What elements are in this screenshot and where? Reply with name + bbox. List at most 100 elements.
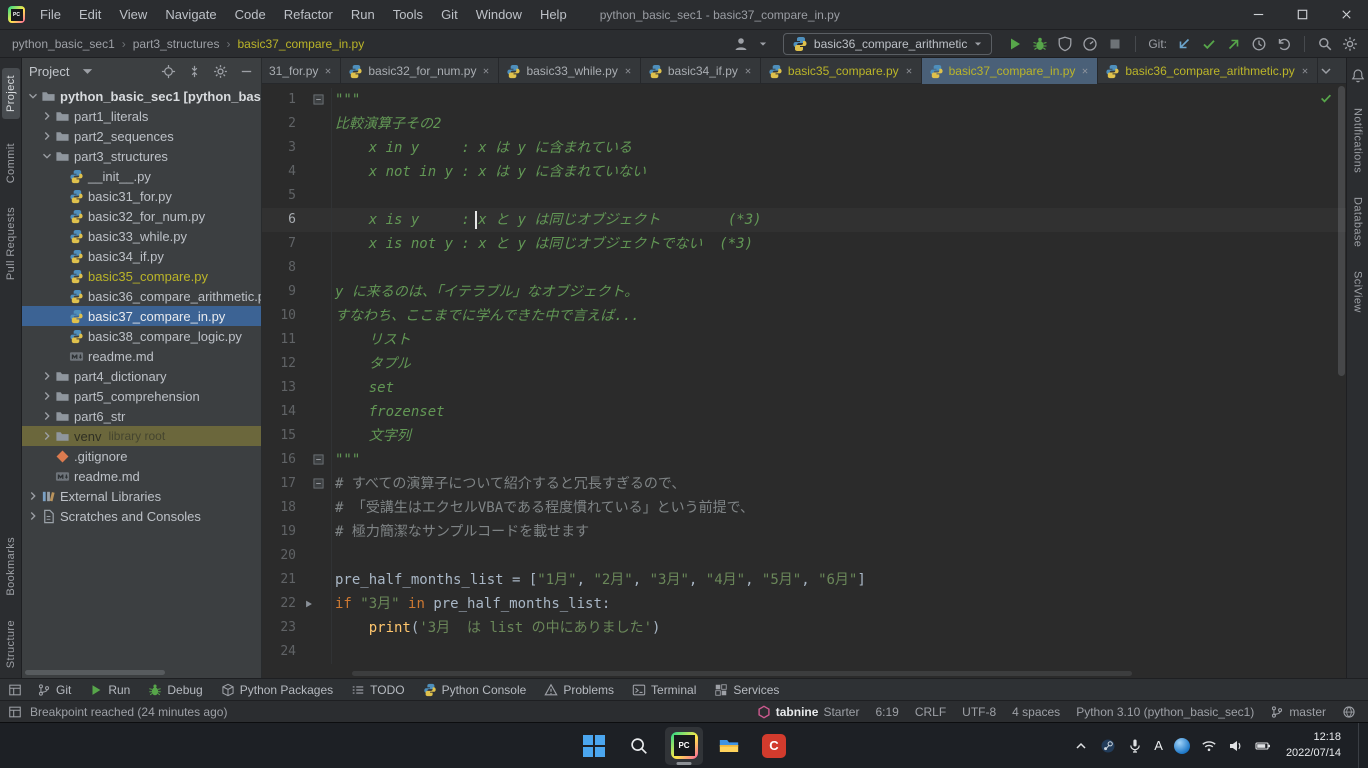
code-line-7[interactable]: 7 x is not y : x と y は同じオブジェクトでない (*3) [262,232,1346,256]
toolwindow-button-services[interactable]: Services [705,679,788,701]
tree-item-python-basic-sec1-python-basic[interactable]: python_basic_sec1 [python_basic]D:¥... [22,86,261,106]
code-line-22[interactable]: 22if "3月" in pre_half_months_list: [262,592,1346,616]
breadcrumb-item[interactable]: part3_structures [133,37,220,51]
history-button[interactable] [1251,36,1267,52]
horizontal-scrollbar[interactable] [25,670,165,675]
wifi-icon[interactable] [1201,738,1217,754]
code-line-19[interactable]: 19# 極力簡潔なサンプルコードを載せます [262,520,1346,544]
tab-basic37-compare-in-py[interactable]: basic37_compare_in.py [922,58,1099,84]
run-button[interactable] [1007,36,1023,52]
code-line-10[interactable]: 10すなわち、ここまでに学んできた中で言えば... [262,304,1346,328]
close-icon[interactable] [1300,66,1310,76]
code-line-18[interactable]: 18# 「受講生はエクセルVBAである程度慣れている」という前提で、 [262,496,1346,520]
tab-basic32-for-num-py[interactable]: basic32_for_num.py [341,58,499,84]
breadcrumb-item[interactable]: python_basic_sec1 [12,37,115,51]
file-encoding[interactable]: UTF-8 [962,705,996,719]
menu-refactor[interactable]: Refactor [275,0,342,30]
toolwindow-button-project[interactable]: Project [2,68,20,119]
window-layout-icon[interactable] [8,705,22,719]
status-message[interactable]: Breakpoint reached (24 minutes ago) [30,705,227,719]
code-line-3[interactable]: 3 x in y : x は y に含まれている [262,136,1346,160]
tab-basic36-compare-arithmetic-py[interactable]: basic36_compare_arithmetic.py [1098,58,1317,84]
code-line-17[interactable]: 17# すべての演算子について紹介すると冗長すぎるので、 [262,472,1346,496]
tree-chevron-icon[interactable] [40,429,54,443]
tree-item-readme-md[interactable]: readme.md [22,466,261,486]
toolwindow-button-terminal[interactable]: Terminal [623,679,705,701]
inspections-ok-icon[interactable] [1319,91,1333,105]
tree-item-basic34-if-py[interactable]: basic34_if.py [22,246,261,266]
toolwindow-layout-icon[interactable] [8,683,22,697]
tab-basic35-compare-py[interactable]: basic35_compare.py [761,58,922,84]
battery-icon[interactable] [1255,738,1271,754]
horizontal-scrollbar[interactable] [352,671,1132,676]
tree-chevron-icon[interactable] [26,489,40,503]
toolwindow-button-bookmarks[interactable]: Bookmarks [5,537,17,596]
coverage-button[interactable] [1057,36,1073,52]
code-line-11[interactable]: 11 リスト [262,328,1346,352]
tree-item-basic35-compare-py[interactable]: basic35_compare.py [22,266,261,286]
gutter[interactable] [302,592,332,616]
toolwindow-button-sciview[interactable]: SciView [1352,271,1364,313]
taskbar-search-button[interactable] [620,727,658,765]
close-icon[interactable] [481,66,491,76]
tree-item-init-py[interactable]: __init__.py [22,166,261,186]
minimize-button[interactable] [1236,0,1280,30]
code-line-20[interactable]: 20 [262,544,1346,568]
push-button[interactable] [1226,36,1242,52]
menu-git[interactable]: Git [432,0,467,30]
line-ending[interactable]: CRLF [915,705,946,719]
tree-chevron-icon[interactable] [40,109,54,123]
tree-item-venv[interactable]: venvlibrary root [22,426,261,446]
toolwindow-button-todo[interactable]: TODO [342,679,413,701]
microphone-icon[interactable] [1127,738,1143,754]
code-line-16[interactable]: 16""" [262,448,1346,472]
tab-basic33-while-py[interactable]: basic33_while.py [499,58,640,84]
tree-item-basic38-compare-logic-py[interactable]: basic38_compare_logic.py [22,326,261,346]
run-config-select[interactable]: basic36_compare_arithmetic [783,33,992,55]
panel-options-icon[interactable] [213,64,228,79]
tree-item-part4-dictionary[interactable]: part4_dictionary [22,366,261,386]
hide-panel-icon[interactable] [239,64,254,79]
steam-tray-icon[interactable] [1100,738,1116,754]
menu-edit[interactable]: Edit [70,0,110,30]
start-button[interactable] [575,727,613,765]
hidden-tabs-icon[interactable] [1318,63,1334,79]
menu-help[interactable]: Help [531,0,576,30]
close-icon[interactable] [1080,66,1090,76]
menu-tools[interactable]: Tools [384,0,432,30]
caret-position[interactable]: 6:19 [875,705,898,719]
ime-indicator[interactable]: A [1154,738,1163,753]
close-button[interactable] [1324,0,1368,30]
tree-chevron-icon[interactable] [40,129,54,143]
toolwindow-button-python-console[interactable]: Python Console [414,679,536,701]
close-icon[interactable] [623,66,633,76]
tree-item-part6-str[interactable]: part6_str [22,406,261,426]
tab-basic34-if-py[interactable]: basic34_if.py [641,58,761,84]
close-icon[interactable] [323,66,333,76]
fold-marker-icon[interactable] [313,454,324,465]
code-line-5[interactable]: 5 [262,184,1346,208]
tabnine-status[interactable]: tabnine Starter [757,705,860,719]
panel-title[interactable]: Project [29,64,69,79]
tree-chevron-icon[interactable] [40,149,54,163]
tray-overflow-chevron-icon[interactable] [1073,738,1089,754]
menu-window[interactable]: Window [467,0,531,30]
code-line-8[interactable]: 8 [262,256,1346,280]
menu-code[interactable]: Code [226,0,275,30]
tree-item-part2-sequences[interactable]: part2_sequences [22,126,261,146]
toolwindow-button-run[interactable]: Run [80,679,139,701]
notifications-bell-icon[interactable] [1350,68,1366,84]
tree-item-readme-md[interactable]: readme.md [22,346,261,366]
taskbar-pycharm-button[interactable]: PC [665,727,703,765]
tree-item-part3-structures[interactable]: part3_structures [22,146,261,166]
rollback-button[interactable] [1276,36,1292,52]
close-icon[interactable] [904,66,914,76]
maximize-button[interactable] [1280,0,1324,30]
select-opened-file-icon[interactable] [161,64,176,79]
chevron-down-icon[interactable] [758,39,768,49]
profiler-button[interactable] [1082,36,1098,52]
menu-navigate[interactable]: Navigate [156,0,225,30]
gutter[interactable] [302,88,332,112]
close-icon[interactable] [743,66,753,76]
toolwindow-button-problems[interactable]: Problems [535,679,623,701]
